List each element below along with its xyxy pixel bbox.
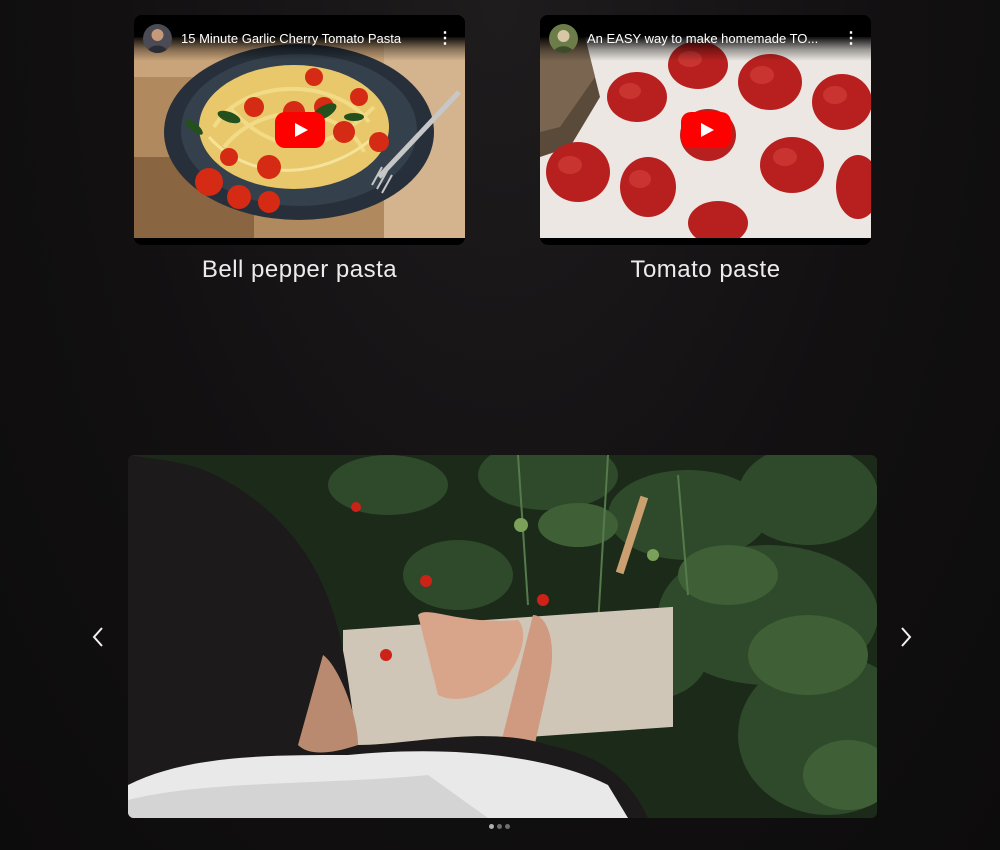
slider-dot[interactable]: [489, 824, 494, 829]
more-vert-icon[interactable]: ⋮: [843, 31, 859, 48]
youtube-play-icon[interactable]: [681, 112, 731, 148]
slider-dot[interactable]: [497, 824, 502, 829]
slider-pagination: [489, 824, 510, 829]
more-vert-icon[interactable]: ⋮: [437, 31, 453, 48]
video-embed-tomato-paste[interactable]: An EASY way to make homemade TO... ⋮: [540, 15, 871, 245]
channel-avatar[interactable]: [143, 24, 172, 53]
channel-avatar[interactable]: [549, 24, 578, 53]
video-embed-garlic-pasta[interactable]: 15 Minute Garlic Cherry Tomato Pasta ⋮: [134, 15, 465, 245]
youtube-play-icon[interactable]: [275, 112, 325, 148]
video-title[interactable]: An EASY way to make homemade TO...: [587, 31, 837, 46]
video-title[interactable]: 15 Minute Garlic Cherry Tomato Pasta: [181, 31, 431, 46]
video-caption: Tomato paste: [630, 256, 781, 283]
slide-image-tomato-harvest: [128, 455, 877, 818]
chevron-right-icon[interactable]: [896, 625, 916, 649]
chevron-left-icon[interactable]: [88, 625, 108, 649]
video-caption: Bell pepper pasta: [201, 256, 398, 283]
slider-dot[interactable]: [505, 824, 510, 829]
image-slider[interactable]: [128, 455, 877, 818]
